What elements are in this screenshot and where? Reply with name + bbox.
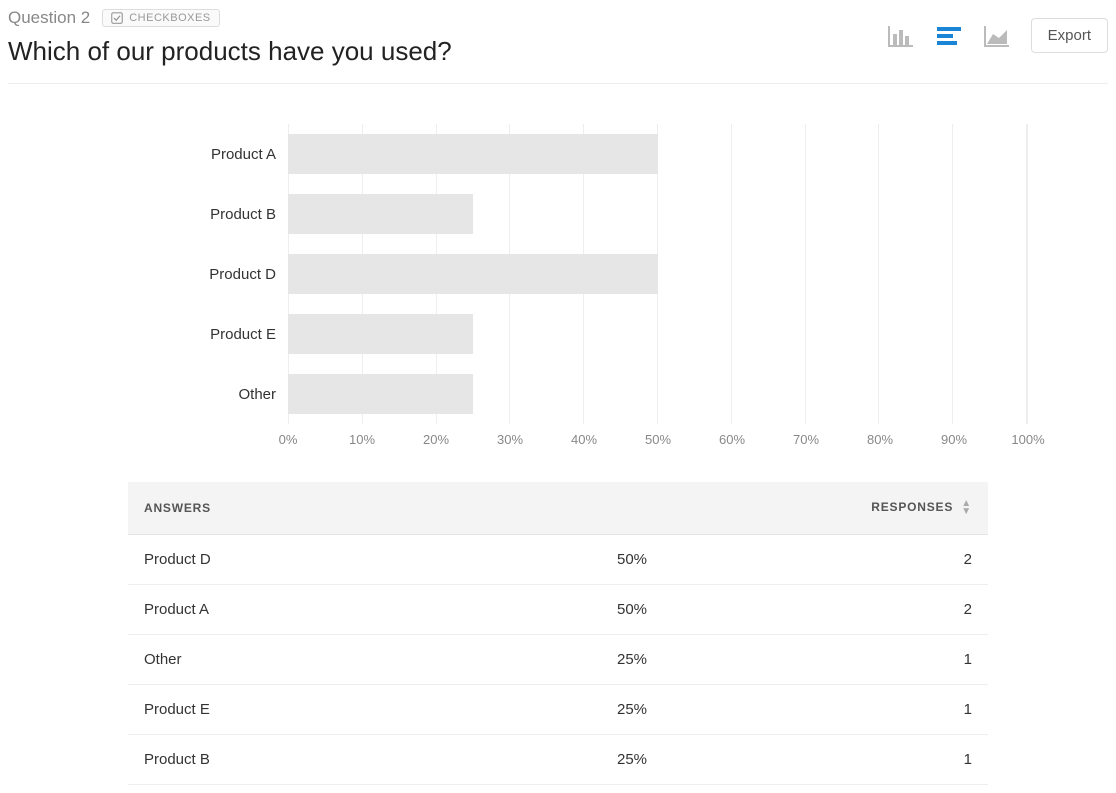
chart-bar-label: Product B: [188, 206, 288, 223]
chart-bar: [288, 374, 473, 414]
axis-tick: 0%: [279, 432, 298, 447]
x-axis: 0%10%20%30%40%50%60%70%80%90%100%: [188, 432, 1028, 452]
bar-chart: Product A Product B Product D Product E Othe…: [8, 124, 1108, 452]
cell-percent: 50%: [601, 585, 859, 635]
question-type-badge: CHECKBOXES: [102, 9, 219, 27]
type-badge-text: CHECKBOXES: [129, 12, 210, 24]
table-row: Product D50%2: [128, 535, 988, 585]
cell-answer: Product D: [128, 535, 601, 585]
results-table-wrap: ANSWERS RESPONSES ▲▼ Product D50%2Produc…: [128, 482, 988, 785]
chart-type-toggle: [887, 24, 1011, 48]
axis-tick: 70%: [793, 432, 819, 447]
cell-answer: Product A: [128, 585, 601, 635]
meta-row: Question 2 CHECKBOXES: [8, 8, 887, 28]
chart-bar-label: Other: [188, 386, 288, 403]
axis-tick: 30%: [497, 432, 523, 447]
chart-row: Product D: [188, 244, 1028, 304]
chart-bar-label: Product D: [188, 266, 288, 283]
cell-answer: Product B: [128, 735, 601, 785]
axis-tick: 50%: [645, 432, 671, 447]
chart-bar-label: Product A: [188, 146, 288, 163]
cell-answer: Product E: [128, 685, 601, 735]
chart-track: [288, 184, 1028, 244]
axis-tick: 60%: [719, 432, 745, 447]
chart-row: Product A: [188, 124, 1028, 184]
chart-bar: [288, 134, 658, 174]
export-button[interactable]: Export: [1031, 18, 1108, 53]
chart-bar: [288, 194, 473, 234]
cell-answer: Other: [128, 635, 601, 685]
chart-row: Product E: [188, 304, 1028, 364]
chart-type-horizontal-bar-icon[interactable]: [935, 24, 963, 48]
cell-count: 1: [859, 735, 988, 785]
chart-type-vertical-bar-icon[interactable]: [887, 24, 915, 48]
chart-bar: [288, 254, 658, 294]
chart-row: Other: [188, 364, 1028, 424]
axis-tick: 20%: [423, 432, 449, 447]
sort-icon: ▲▼: [961, 500, 972, 516]
question-header: Question 2 CHECKBOXES Which of our produ…: [8, 8, 1108, 84]
cell-percent: 25%: [601, 635, 859, 685]
cell-count: 2: [859, 585, 988, 635]
axis-tick: 80%: [867, 432, 893, 447]
header-right: Export: [887, 8, 1108, 53]
chart-track: [288, 124, 1028, 184]
chart-type-area-icon[interactable]: [983, 24, 1011, 48]
cell-percent: 50%: [601, 535, 859, 585]
question-number: Question 2: [8, 8, 90, 28]
header-responses[interactable]: RESPONSES ▲▼: [601, 482, 988, 535]
cell-count: 1: [859, 635, 988, 685]
table-row: Product B25%1: [128, 735, 988, 785]
chart-track: [288, 244, 1028, 304]
cell-count: 1: [859, 685, 988, 735]
axis-tick: 100%: [1011, 432, 1044, 447]
header-answers[interactable]: ANSWERS: [128, 482, 601, 535]
chart-bar-label: Product E: [188, 326, 288, 343]
checkbox-icon: [111, 12, 123, 24]
question-title: Which of our products have you used?: [8, 36, 887, 67]
results-table: ANSWERS RESPONSES ▲▼ Product D50%2Produc…: [128, 482, 988, 785]
cell-percent: 25%: [601, 685, 859, 735]
chart-row: Product B: [188, 184, 1028, 244]
axis-tick: 10%: [349, 432, 375, 447]
table-row: Product A50%2: [128, 585, 988, 635]
table-row: Other25%1: [128, 635, 988, 685]
chart-track: [288, 304, 1028, 364]
cell-percent: 25%: [601, 735, 859, 785]
axis-tick: 90%: [941, 432, 967, 447]
header-left: Question 2 CHECKBOXES Which of our produ…: [8, 8, 887, 67]
axis-tick: 40%: [571, 432, 597, 447]
table-header-row: ANSWERS RESPONSES ▲▼: [128, 482, 988, 535]
cell-count: 2: [859, 535, 988, 585]
chart-track: [288, 364, 1028, 424]
table-row: Product E25%1: [128, 685, 988, 735]
chart-bar: [288, 314, 473, 354]
